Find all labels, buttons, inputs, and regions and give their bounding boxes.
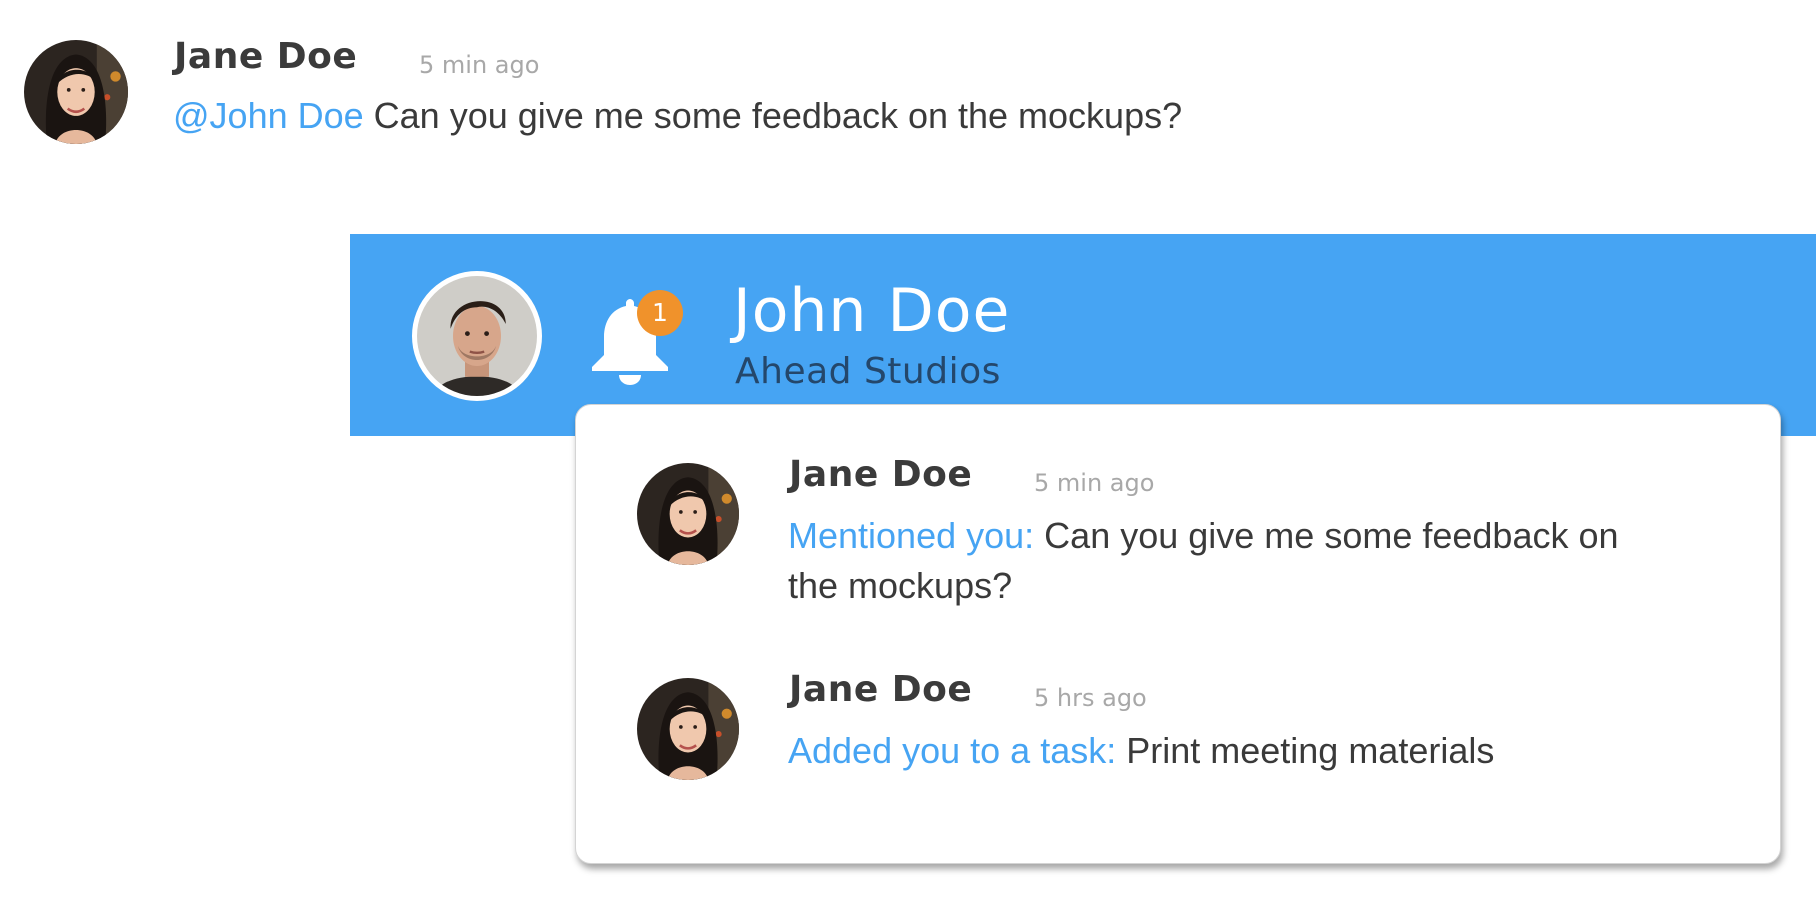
notification-timestamp: 5 hrs ago [1034,684,1147,712]
notification-badge[interactable]: 1 [637,290,683,336]
jane-avatar[interactable] [637,463,739,565]
notification-body: Mentioned you: Can you give me some feed… [788,511,1648,611]
header-company-name: Ahead Studios [735,351,1001,392]
notification-author[interactable]: Jane Doe [789,669,972,710]
john-avatar[interactable] [412,271,542,401]
notification-text: Print meeting materials [1116,730,1495,771]
mention-link[interactable]: @John Doe [173,95,364,136]
message-timestamp: 5 min ago [419,51,540,79]
notification-author[interactable]: Jane Doe [789,454,972,495]
notification-dropdown [575,404,1781,864]
notification-body: Added you to a task: Print meeting mater… [788,726,1728,776]
notification-action: Added you to a task: [788,730,1117,771]
notification-timestamp: 5 min ago [1034,469,1155,497]
message-body: @John Doe Can you give me some feedback … [173,95,1182,137]
jane-avatar[interactable] [24,40,128,144]
notification-action: Mentioned you: [788,515,1035,556]
message-text: Can you give me some feedback on the moc… [363,95,1183,136]
header-user-name: John Doe [733,276,1011,346]
message-author[interactable]: Jane Doe [174,36,357,77]
app-root: Jane Doe 5 min ago @John Doe Can you giv… [0,0,1816,912]
jane-avatar[interactable] [637,678,739,780]
